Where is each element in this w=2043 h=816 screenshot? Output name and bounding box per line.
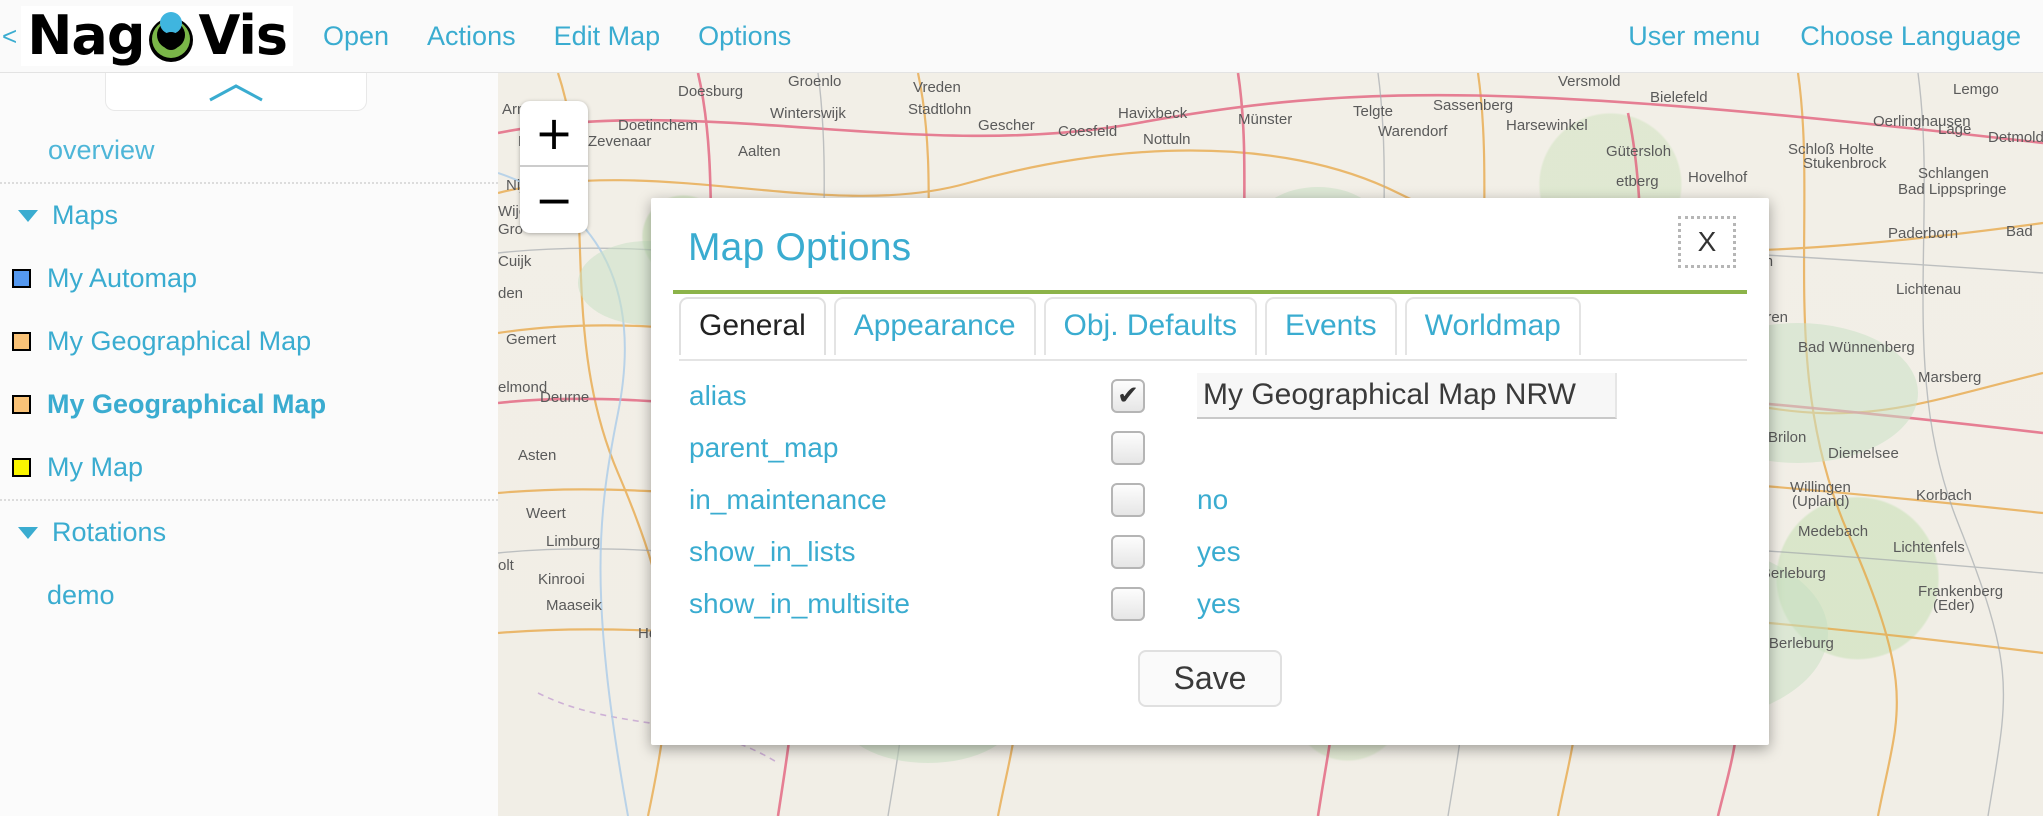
field-input-alias[interactable]: [1197, 373, 1617, 419]
sidebar: overview Maps My Automap My Geographical M…: [0, 73, 498, 816]
map-state-square-icon: [12, 395, 31, 414]
sidebar-item-overview[interactable]: overview: [0, 119, 498, 182]
sidebar-item-label: My Geographical Map: [47, 389, 327, 419]
field-checkbox-in_maintenance[interactable]: [1111, 483, 1145, 517]
nav-edit-map[interactable]: Edit Map: [554, 21, 661, 52]
nav-user-menu[interactable]: User menu: [1628, 21, 1760, 52]
nav-open[interactable]: Open: [323, 21, 389, 52]
sidebar-item-my-automap[interactable]: My Automap: [0, 247, 498, 310]
sidebar-item-my-map[interactable]: My Map: [0, 436, 498, 499]
sidebar-collapse-toggle[interactable]: [105, 73, 367, 111]
map-state-square-icon: [12, 458, 31, 477]
field-checkbox-show_in_multisite[interactable]: [1111, 587, 1145, 621]
field-value-show_in_multisite[interactable]: yes: [1197, 588, 1241, 620]
save-button[interactable]: Save: [1137, 650, 1283, 707]
sidebar-group-rotations[interactable]: Rotations: [0, 501, 498, 564]
nav-actions[interactable]: Actions: [427, 21, 516, 52]
logo-text-right: Vis: [198, 4, 287, 67]
field-label-show_in_lists: show_in_lists: [689, 536, 856, 567]
tab-events[interactable]: Events: [1264, 297, 1397, 355]
main-header: < Nag Vis Open Actions Edit Map Options Use…: [0, 0, 2043, 73]
map-zoom-control[interactable]: + −: [520, 101, 588, 233]
sidebar-group-label: Rotations: [52, 517, 167, 547]
sidebar-item-label: My Map: [47, 452, 144, 482]
sidebar-item-label: My Geographical Map: [47, 326, 312, 356]
form-row-in_maintenance: in_maintenance no: [651, 474, 1769, 526]
sidebar-item-label: overview: [48, 135, 155, 165]
nagvis-logo[interactable]: Nag Vis: [21, 6, 293, 66]
zoom-out-button[interactable]: −: [520, 167, 588, 233]
sidebar-item-my-geographical-map[interactable]: My Geographical Map: [0, 310, 498, 373]
nagvis-app: Doesburg Vreden Groenlo Versmold Bielefeld Le…: [0, 0, 2043, 816]
form-row-alias: alias: [651, 370, 1769, 422]
form-row-show_in_multisite: show_in_multisite yes: [651, 578, 1769, 630]
sidebar-item-my-geographical-map[interactable]: My Geographical Map: [0, 373, 498, 436]
map-state-square-icon: [12, 332, 31, 351]
sidebar-group-maps[interactable]: Maps: [0, 184, 498, 247]
nagvis-logo-icon: [142, 7, 200, 65]
logo-text-left: Nag: [27, 4, 145, 67]
tabstrip-baseline: [679, 359, 1747, 361]
sidebar-item-demo[interactable]: demo: [0, 564, 498, 627]
map-state-square-icon: [12, 269, 31, 288]
header-right-nav: User menu Choose Language: [1628, 0, 2021, 73]
dialog-title: Map Options: [688, 226, 912, 269]
sidebar-item-label: My Automap: [47, 263, 198, 293]
field-value-show_in_lists[interactable]: yes: [1197, 536, 1241, 568]
sidebar-group-label: Maps: [52, 200, 119, 230]
form-row-show_in_lists: show_in_lists yes: [651, 526, 1769, 578]
field-value-in_maintenance[interactable]: no: [1197, 484, 1228, 516]
field-label-show_in_multisite: show_in_multisite: [689, 588, 910, 619]
map-options-dialog: Map Options X General Appearance Obj. Defa…: [651, 198, 1769, 745]
nav-options[interactable]: Options: [698, 21, 791, 52]
tab-appearance[interactable]: Appearance: [833, 297, 1036, 355]
zoom-in-button[interactable]: +: [520, 101, 588, 167]
nav-choose-language[interactable]: Choose Language: [1800, 21, 2021, 52]
tab-worldmap[interactable]: Worldmap: [1404, 297, 1581, 355]
main-nav: Open Actions Edit Map Options: [323, 21, 791, 52]
sidebar-tree: overview Maps My Automap My Geographical M…: [0, 119, 498, 627]
close-icon[interactable]: X: [1678, 216, 1736, 268]
back-arrow-icon[interactable]: <: [2, 23, 17, 49]
dialog-form: alias parent_map in_maintenance no show_in_l…: [651, 370, 1769, 630]
form-row-parent_map: parent_map: [651, 422, 1769, 474]
dialog-tabs: General Appearance Obj. Defaults Events Worl…: [679, 297, 1581, 355]
dialog-accent-rule: [673, 290, 1747, 294]
sidebar-item-label: demo: [47, 580, 115, 610]
field-checkbox-show_in_lists[interactable]: [1111, 535, 1145, 569]
chevron-up-icon: [209, 84, 263, 102]
field-label-alias: alias: [689, 380, 747, 411]
chevron-down-icon: [18, 526, 38, 539]
field-checkbox-alias[interactable]: [1111, 379, 1145, 413]
field-checkbox-parent_map[interactable]: [1111, 431, 1145, 465]
chevron-down-icon: [18, 209, 38, 222]
tab-obj-defaults[interactable]: Obj. Defaults: [1043, 297, 1257, 355]
tab-general[interactable]: General: [679, 297, 826, 355]
field-label-in_maintenance: in_maintenance: [689, 484, 887, 515]
dialog-footer: Save: [651, 650, 1769, 707]
field-label-parent_map: parent_map: [689, 432, 839, 463]
